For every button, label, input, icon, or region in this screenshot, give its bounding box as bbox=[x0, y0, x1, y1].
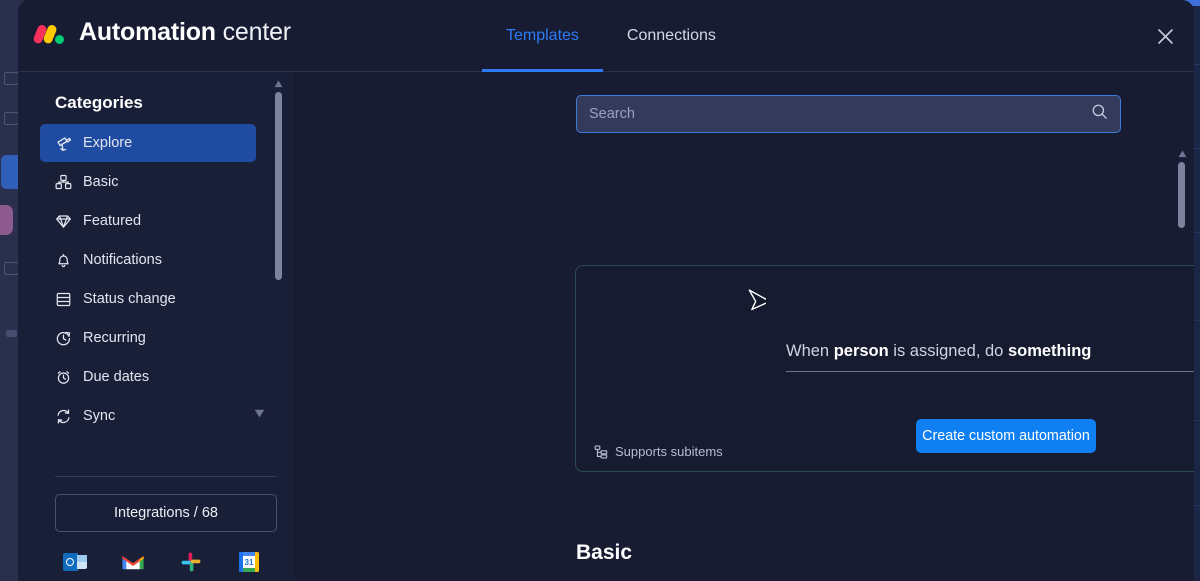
sidebar-item-due-dates[interactable]: Due dates bbox=[40, 358, 256, 396]
chevron-up-icon[interactable] bbox=[274, 80, 283, 88]
custom-automation-card[interactable]: When person is assigned, do something Cr… bbox=[575, 265, 1194, 472]
page-title: Automation center bbox=[79, 18, 291, 47]
sentence-pre: When bbox=[786, 342, 834, 360]
modal-body: Categories Explore Basic Featured Notifi… bbox=[18, 72, 1194, 581]
bg-caret-icon bbox=[6, 330, 17, 337]
sidebar-item-label: Status change bbox=[83, 291, 176, 307]
integration-icons: 31 bbox=[63, 550, 273, 574]
refresh-clock-icon bbox=[54, 329, 72, 347]
grid-blocks-icon bbox=[54, 173, 72, 191]
calendar-day-number: 31 bbox=[244, 557, 254, 567]
sidebar-item-label: Sync bbox=[83, 408, 116, 424]
sidebar-item-explore[interactable]: Explore bbox=[40, 124, 256, 162]
main-scroll-thumb[interactable] bbox=[1178, 162, 1185, 228]
categories-list: Explore Basic Featured Notifications Sta… bbox=[40, 124, 256, 436]
bell-icon bbox=[54, 251, 72, 269]
section-title-basic: Basic bbox=[576, 541, 633, 564]
integrations-label: Integrations / 68 bbox=[114, 505, 218, 521]
sidebar-item-label: Basic bbox=[83, 174, 119, 190]
sidebar-item-recurring[interactable]: Recurring bbox=[40, 319, 256, 357]
sidebar-item-basic[interactable]: Basic bbox=[40, 163, 256, 201]
monday-logo-icon bbox=[32, 21, 66, 45]
bg-workspace-icon bbox=[4, 112, 19, 125]
sidebar-scroll-thumb[interactable] bbox=[275, 92, 282, 280]
sidebar-item-featured[interactable]: Featured bbox=[40, 202, 256, 240]
automation-sentence[interactable]: When person is assigned, do something bbox=[786, 342, 1194, 372]
outlook-icon[interactable] bbox=[63, 550, 87, 574]
create-custom-automation-button[interactable]: Create custom automation bbox=[916, 419, 1096, 453]
main-content: Learn to automate your workflow in 3 min… bbox=[294, 72, 1194, 581]
sidebar-scrollbar[interactable] bbox=[272, 80, 284, 425]
search-input[interactable] bbox=[589, 106, 1091, 122]
sidebar-item-status-change[interactable]: Status change bbox=[40, 280, 256, 318]
sidebar-item-sync[interactable]: Sync bbox=[40, 397, 256, 435]
sidebar-scroll-track[interactable] bbox=[275, 92, 282, 282]
gmail-icon[interactable] bbox=[121, 550, 145, 574]
search-icon[interactable] bbox=[1091, 103, 1108, 125]
sidebar-item-label: Explore bbox=[83, 135, 133, 151]
brand-bold: Automation bbox=[79, 18, 216, 46]
sidebar-divider bbox=[55, 476, 277, 477]
chevron-down-icon[interactable] bbox=[254, 409, 265, 418]
bg-home-icon bbox=[4, 72, 19, 85]
supports-subitems: Supports subitems bbox=[594, 444, 723, 459]
brand-light: center bbox=[222, 18, 291, 46]
integrations-button[interactable]: Integrations / 68 bbox=[55, 494, 277, 532]
sentence-action[interactable]: something bbox=[1008, 342, 1091, 360]
categories-heading: Categories bbox=[55, 93, 143, 112]
sentence-trigger[interactable]: person bbox=[834, 342, 889, 360]
bg-clock-icon bbox=[4, 262, 19, 275]
google-calendar-icon[interactable]: 31 bbox=[237, 550, 261, 574]
alarm-clock-icon bbox=[54, 368, 72, 386]
telescope-icon bbox=[54, 134, 72, 152]
search-box[interactable] bbox=[576, 95, 1121, 133]
sidebar-item-label: Notifications bbox=[83, 252, 162, 268]
tab-connections[interactable]: Connections bbox=[603, 0, 740, 72]
sentence-mid: is assigned, do bbox=[888, 342, 1008, 360]
sidebar-item-label: Featured bbox=[83, 213, 142, 229]
sidebar-item-label: Recurring bbox=[83, 330, 146, 346]
chevron-up-icon[interactable] bbox=[1178, 150, 1187, 158]
sync-arrows-icon bbox=[54, 407, 72, 425]
sidebar-item-notifications[interactable]: Notifications bbox=[40, 241, 256, 279]
diamond-icon bbox=[54, 212, 72, 230]
categories-sidebar: Categories Explore Basic Featured Notifi… bbox=[18, 72, 294, 581]
subitems-label: Supports subitems bbox=[615, 444, 723, 459]
subitems-icon bbox=[594, 445, 608, 458]
sidebar-item-label: Due dates bbox=[83, 369, 150, 385]
tab-templates[interactable]: Templates bbox=[482, 0, 603, 72]
list-rows-icon bbox=[54, 290, 72, 308]
modal-header: Automation center Templates Connections bbox=[18, 0, 1194, 72]
automation-center-modal: Automation center Templates Connections … bbox=[18, 0, 1194, 581]
bg-highlight-pill bbox=[0, 205, 13, 235]
brand: Automation center bbox=[32, 18, 291, 47]
tab-bar: Templates Connections bbox=[482, 0, 740, 72]
slack-icon[interactable] bbox=[179, 550, 203, 574]
main-scrollbar[interactable] bbox=[1176, 150, 1188, 570]
close-icon bbox=[1157, 28, 1173, 44]
close-button[interactable] bbox=[1149, 20, 1181, 52]
